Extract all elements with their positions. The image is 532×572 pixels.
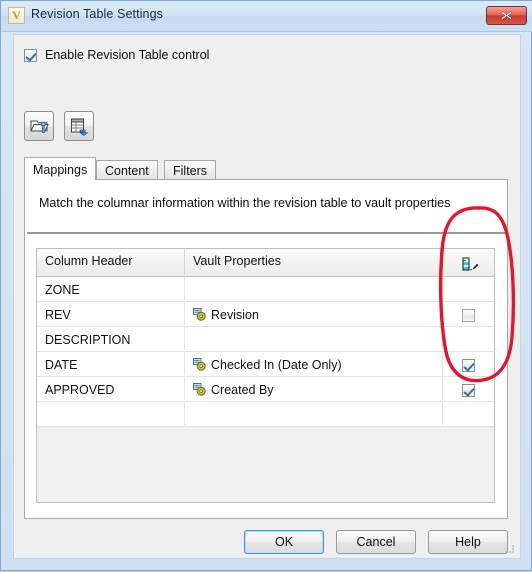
table-row[interactable]: APPROVED Created By	[37, 377, 494, 402]
help-button[interactable]: Help	[428, 530, 508, 554]
row-visibility-checkbox[interactable]	[462, 308, 475, 322]
row-visibility-checkbox[interactable]	[462, 358, 475, 372]
dialog-footer: OK Cancel Help	[14, 530, 522, 554]
cancel-button[interactable]: Cancel	[336, 530, 416, 554]
table-row[interactable]: REV Revision	[37, 302, 494, 327]
row-vault-property: Created By	[211, 383, 274, 397]
enable-revision-table-label: Enable Revision Table control	[45, 48, 210, 62]
resize-grip[interactable]	[504, 543, 516, 555]
vault-property-icon	[193, 383, 206, 396]
window-title: Revision Table Settings	[31, 7, 164, 21]
row-column-header: REV	[37, 302, 185, 325]
enable-revision-table-row[interactable]: Enable Revision Table control	[24, 48, 209, 62]
enable-revision-table-checkbox[interactable]	[24, 48, 37, 62]
vault-property-icon	[193, 308, 206, 321]
row-column-header: ZONE	[37, 277, 185, 300]
grid-header-column-header[interactable]: Column Header	[37, 249, 185, 275]
ruler-pen-icon	[462, 257, 478, 271]
mappings-grid: Column Header Vault Properties ZONE REV …	[36, 248, 495, 503]
grid-header-visibility-column[interactable]	[443, 249, 494, 275]
row-vault-property-cell[interactable]: Checked In (Date Only)	[185, 352, 443, 375]
instruction-text: Match the columnar information within th…	[39, 196, 451, 210]
table-row[interactable]: DESCRIPTION	[37, 327, 494, 352]
tab-mappings[interactable]: Mappings	[24, 157, 97, 180]
row-column-header	[37, 402, 185, 425]
grid-header-row: Column Header Vault Properties	[37, 249, 494, 277]
row-visibility-cell[interactable]	[443, 302, 494, 325]
dialog-body: Enable Revision Table control Mappings C…	[13, 34, 521, 559]
table-row[interactable]: ZONE	[37, 277, 494, 302]
row-vault-property[interactable]	[185, 327, 443, 350]
row-visibility-cell[interactable]	[443, 352, 494, 375]
folder-key-icon	[30, 120, 49, 133]
row-visibility-cell	[443, 327, 494, 350]
row-vault-property[interactable]	[185, 277, 443, 300]
row-vault-property[interactable]	[185, 402, 443, 425]
close-icon	[500, 11, 513, 20]
row-column-header: DESCRIPTION	[37, 327, 185, 350]
vault-logo-icon: V	[8, 7, 25, 24]
title-bar: V Revision Table Settings	[1, 1, 532, 32]
row-column-header: DATE	[37, 352, 185, 375]
table-row[interactable]: DATE Checked In (Date Only)	[37, 352, 494, 377]
tab-filters[interactable]: Filters	[164, 160, 217, 180]
horizontal-separator	[27, 232, 506, 234]
table-row[interactable]	[37, 402, 494, 427]
dialog-window: V Revision Table Settings Enable Revisio…	[0, 0, 532, 571]
row-vault-property-cell[interactable]: Created By	[185, 377, 443, 400]
row-visibility-checkbox[interactable]	[462, 383, 475, 397]
row-visibility-cell	[443, 402, 494, 425]
row-visibility-cell[interactable]	[443, 377, 494, 400]
close-button[interactable]	[486, 6, 527, 25]
grid-header-vault-properties[interactable]: Vault Properties	[185, 249, 443, 275]
table-refresh-icon	[71, 118, 89, 136]
ok-button[interactable]: OK	[244, 530, 324, 554]
row-vault-property: Checked In (Date Only)	[211, 358, 342, 372]
row-vault-property-cell[interactable]: Revision	[185, 302, 443, 325]
row-vault-property: Revision	[211, 308, 259, 322]
grid-empty-area	[37, 427, 494, 502]
mappings-tab-page: Match the columnar information within th…	[24, 179, 508, 519]
vault-property-icon	[193, 358, 206, 371]
browse-vault-folder-button[interactable]	[24, 111, 54, 141]
tab-strip: Mappings Content Filters	[24, 157, 508, 180]
toolbar	[24, 111, 94, 141]
refresh-table-button[interactable]	[64, 111, 94, 141]
row-column-header: APPROVED	[37, 377, 185, 400]
tab-content[interactable]: Content	[96, 160, 158, 180]
row-visibility-cell	[443, 277, 494, 300]
